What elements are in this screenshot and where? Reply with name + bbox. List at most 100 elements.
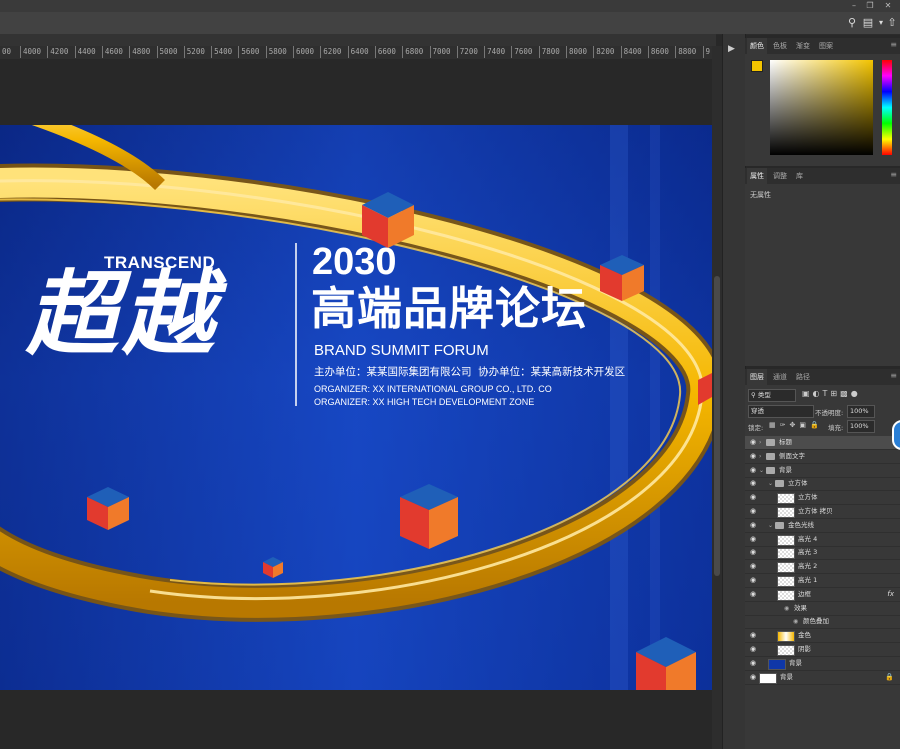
lock-label: 锁定: (748, 424, 764, 432)
layer-row[interactable]: ◉ 背景 (745, 657, 900, 671)
layer-name: 边框 (798, 589, 811, 598)
search-icon[interactable]: ⚲ (844, 15, 860, 31)
foreground-swatch[interactable] (751, 60, 763, 72)
panel-tab[interactable]: 图案 (816, 38, 836, 54)
ruler-label: 6800 (402, 46, 423, 58)
visibility-eye-icon[interactable]: ◉ (750, 464, 756, 477)
chevron-right-icon[interactable]: › (759, 436, 761, 449)
ruler-label: 9 (702, 46, 710, 58)
panel-tab[interactable]: 色板 (770, 38, 790, 54)
effect-visibility-icon[interactable]: ◉ (793, 615, 798, 628)
layer-row[interactable]: ◉ 高光 1 (745, 574, 900, 588)
visibility-eye-icon[interactable]: ◉ (750, 519, 756, 532)
layer-row[interactable]: ◉ 立方体 拷贝 (745, 505, 900, 519)
layer-row[interactable]: ◉ 高光 4 (745, 533, 900, 547)
visibility-eye-icon[interactable]: ◉ (750, 657, 756, 670)
event-title-en: BRAND SUMMIT FORUM (314, 342, 489, 359)
panel-tab[interactable]: 通道 (770, 369, 790, 385)
layer-name: 立方体 (798, 493, 818, 502)
fill-field[interactable]: 100% (847, 420, 875, 433)
panel-menu-icon[interactable]: ≡ (890, 170, 897, 179)
visibility-eye-icon[interactable]: ◉ (750, 546, 756, 559)
visibility-eye-icon[interactable]: ◉ (750, 533, 756, 546)
visibility-eye-icon[interactable]: ◉ (750, 671, 756, 684)
scrollbar-thumb[interactable] (714, 276, 720, 576)
lock-icons[interactable]: ▦✑✥▣🔒 (769, 421, 823, 429)
panel-tab[interactable]: 属性 (747, 168, 767, 184)
layer-row[interactable]: ◉ 背景 🔒 (745, 671, 900, 685)
visibility-eye-icon[interactable]: ◉ (750, 477, 756, 490)
help-bubble[interactable] (892, 420, 900, 450)
visibility-eye-icon[interactable]: ◉ (750, 450, 756, 463)
ruler-label: 7400 (484, 46, 505, 58)
history-icon[interactable]: ▶ (728, 44, 738, 54)
layer-thumbnail (768, 658, 786, 670)
layer-row[interactable]: ◉ 颜色叠加 (745, 615, 900, 630)
layer-row[interactable]: ◉ 金色 (745, 629, 900, 644)
organizer-line-2: ORGANIZER: XX HIGH TECH DEVELOPMENT ZONE (314, 397, 535, 407)
layer-filter-select[interactable]: ⚲ 类型 (748, 389, 796, 402)
close-button[interactable]: ✕ (880, 0, 896, 12)
color-panel: 颜色 色板 渐变 图案 ≡ (745, 38, 900, 166)
visibility-eye-icon[interactable]: ◉ (750, 436, 756, 449)
panel-menu-icon[interactable]: ≡ (890, 40, 897, 49)
layer-row[interactable]: ◉ › 标题 (745, 436, 900, 450)
layer-row[interactable]: ◉ 高光 3 (745, 546, 900, 561)
organizers-cn: 主办单位：某某国际集团有限公司 协办单位：某某高新技术开发区 (314, 366, 626, 378)
panel-tab[interactable]: 路径 (793, 369, 813, 385)
chevron-right-icon[interactable]: › (759, 450, 761, 463)
layer-row[interactable]: ◉ ⌄ 背景 (745, 464, 900, 478)
visibility-eye-icon[interactable]: ◉ (750, 560, 756, 573)
visibility-eye-icon[interactable]: ◉ (750, 588, 756, 601)
panel-tab[interactable]: 渐变 (793, 38, 813, 54)
layer-row[interactable]: ◉ ⌄ 立方体 (745, 477, 900, 492)
artwork-canvas[interactable]: TRANSCEND 超越 2030 高端品牌论坛 BRAND SUMMIT FO… (0, 125, 712, 690)
layer-row[interactable]: ◉ 阴影 (745, 643, 900, 657)
ruler-label: 00 (2, 47, 12, 56)
visibility-eye-icon[interactable]: ◉ (750, 505, 756, 518)
effect-visibility-icon[interactable]: ◉ (784, 602, 789, 615)
ruler-label: 7200 (456, 46, 478, 58)
visibility-eye-icon[interactable]: ◉ (750, 574, 756, 587)
panel-menu-icon[interactable]: ≡ (890, 371, 897, 380)
chevron-down-icon[interactable]: ⌄ (759, 464, 764, 477)
layer-name: 背景 (779, 465, 792, 474)
visibility-eye-icon[interactable]: ◉ (750, 491, 756, 504)
blend-mode-select[interactable]: 穿透 (748, 405, 814, 418)
ruler-label: 8200 (593, 46, 614, 58)
panel-tab[interactable]: 图层 (747, 369, 767, 385)
visibility-eye-icon[interactable]: ◉ (750, 629, 756, 642)
visibility-eye-icon[interactable]: ◉ (750, 643, 756, 656)
layer-filter-icons[interactable]: ▣◐T⊞▩● (802, 389, 861, 398)
vertical-scrollbar[interactable] (712, 46, 722, 749)
panel-tab[interactable]: 调整 (770, 168, 790, 184)
layer-list[interactable]: ◉ › 标题 ◉ › 侧面文字 ◉ ⌄ 背景 ◉ ⌄ 立方体 ◉ 立方体 ◉ 立方体 拷贝 ◉ ⌄ 金色光线 ◉ 高光 … (745, 436, 900, 685)
layer-name: 立方体 拷贝 (798, 507, 833, 515)
layer-name: 高光 4 (798, 534, 818, 543)
share-icon[interactable]: ⇧ (884, 15, 900, 31)
panel-tab[interactable]: 颜色 (747, 38, 767, 54)
fx-icon[interactable]: fx (887, 588, 894, 601)
layer-name: 高光 2 (798, 562, 818, 571)
ruler-label: 5200 (183, 46, 205, 58)
options-bar: ⚲ ▤ ▾ ⇧ (0, 12, 900, 35)
restore-button[interactable]: ❐ (862, 0, 878, 12)
opacity-field[interactable]: 100% (847, 405, 875, 418)
layer-row[interactable]: ◉ 边框 fx (745, 588, 900, 602)
panel-tab[interactable]: 库 (793, 168, 806, 184)
layer-row[interactable]: ◉ 效果 (745, 602, 900, 616)
layer-row[interactable]: ◉ 高光 2 (745, 560, 900, 575)
layer-row[interactable]: ◉ 立方体 (745, 491, 900, 506)
minimize-button[interactable]: – (846, 0, 862, 12)
layer-row[interactable]: ◉ › 侧面文字 (745, 450, 900, 464)
layer-thumbnail (777, 631, 795, 643)
color-field[interactable] (770, 60, 873, 155)
hue-slider[interactable] (882, 60, 892, 155)
folder-icon (775, 521, 784, 529)
cube-center (400, 484, 458, 549)
calligraphy-title: 超越 (26, 260, 219, 368)
chevron-down-icon[interactable]: ⌄ (768, 477, 773, 490)
horizontal-ruler[interactable]: 00 4000 4200 4400 4600 4800 5000 5200 5400 5600 5… (0, 46, 716, 60)
layer-row[interactable]: ◉ ⌄ 金色光线 (745, 519, 900, 533)
chevron-down-icon[interactable]: ⌄ (768, 519, 773, 532)
